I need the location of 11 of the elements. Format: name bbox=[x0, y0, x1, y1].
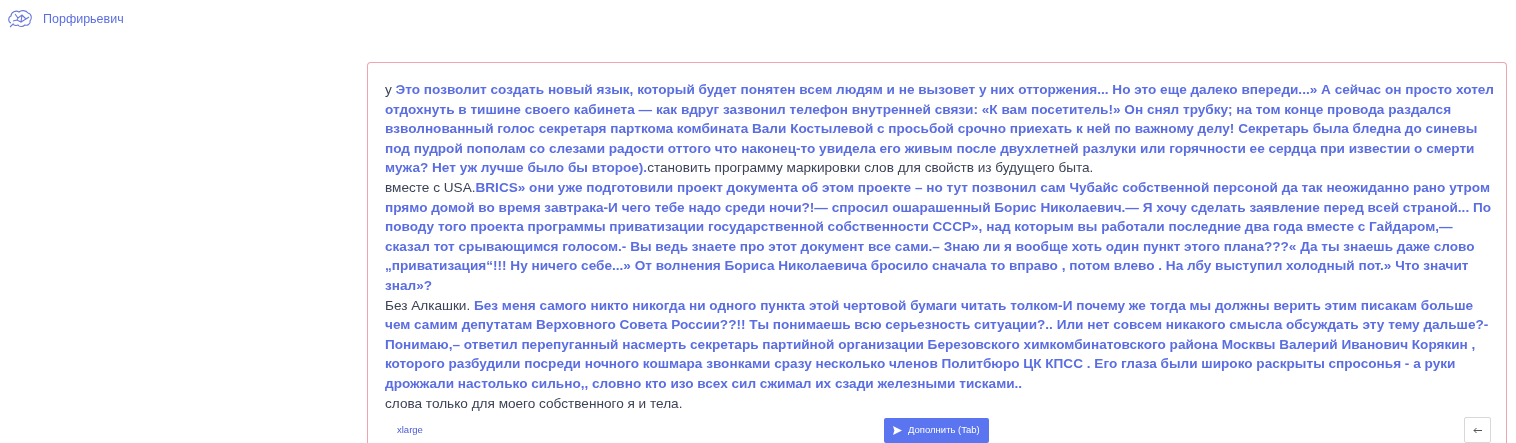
back-button[interactable] bbox=[1464, 417, 1491, 443]
text-paragraph: слова только для моего собственного я и тела. bbox=[385, 394, 684, 413]
app-title[interactable]: Порфирьевич bbox=[43, 9, 124, 29]
text-paragraph: вместе с USA.BRICS» они уже подготовили проект документа об этом проекте – но тут позвонил сам Чубайс собственной персоной да так неожиданно рано утром прямо домой во время завтрака-И чего тебе надо среди ночи?!— спросил ошарашенный Борис Николаевич.— Я хочу сделать заявление перед всей страной... По поводу того проекта программы приватизации государственной собственности СССР», над которым вы работали последние два года вместе с Гайдаром,— сказал тот срывающимся голосом.- Вы ведь знаете про этот документ все сами.– Знаю ли я вообще хоть один пункт этого плана???« Да ты знаешь даже слово „приватизация“!!! Ну ничего себе...» От волнения Бориса Николаевича бросило сначала то вправо , потом влево . На лбу выступил холодный пот.» Что значит знал»? bbox=[385, 178, 1492, 295]
brain-icon bbox=[7, 9, 33, 29]
send-icon bbox=[893, 425, 902, 435]
text-paragraph: Без Алкашки. Без меня самого никто никогда ни одного пункта этой чертовой бумаги читать толком-И почему же тогда мы должны верить этим писакам больше чем самим депутатам Верховного Совета России??!! Ты понимаешь всю серьезность ситуации?.. Или нет совсем никакого смысла обсуждать эту тему дальше?- Понимаю,– ответил перепуганный насмерть секретарь партийной организации Березовского химкомбинатовского района Москвы Валерий Иванович Корякин , которого разбудили посреди ночного кошмара звонками сразу несколько членов Политбюро ЦК КПСС . Его глаза были широко раскрыты спросонья - а руки дрожжали настолько сильно,, словно кто изо всех сил сжимал их сзади железными тисками.. bbox=[385, 296, 1490, 393]
text-paragraph: у Это позволит создать новый язык, который будет понятен всем людям и не вызовет у них отторжения... Но это еще далеко впереди...» А сейчас он просто хотел отдохнуть в тишине своего кабинета — как вдруг зазвонил телефон внутренней связи: «К вам посетитель!» Он снял трубку; на том конце провода раздался взволнованный голос секретаря парткома комбината Вали Костылевой с просьбой срочно приехать к ней по важному делу! Секретарь была бледна до синевы под пудрой пополам со слезами радости оттого что наконец-то увидела его живым после двухлетней разлуки или горячности ее сердца при известии о смерти мужа? Нет уж лучше было бы второе).становить программу маркировки слов для свойств из будущего быта. bbox=[385, 81, 1494, 178]
model-link[interactable]: xlarge bbox=[397, 422, 877, 438]
submit-button[interactable]: Дополнить (Tab) bbox=[884, 417, 989, 443]
arrow-left-icon bbox=[1473, 426, 1482, 434]
